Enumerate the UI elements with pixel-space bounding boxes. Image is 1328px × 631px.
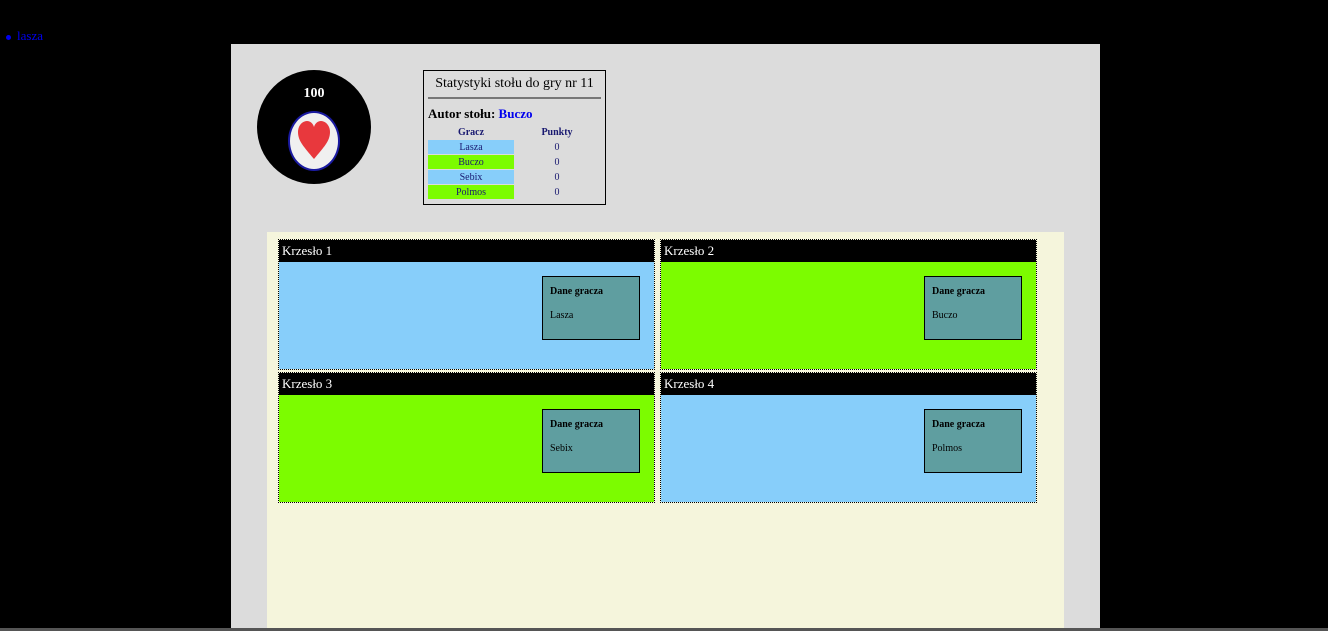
- user-link[interactable]: lasza: [6, 28, 43, 44]
- col-header-points: Punkty: [541, 126, 573, 138]
- row-player: Sebix: [428, 170, 514, 184]
- table-row: Sebix 0: [428, 170, 599, 184]
- seat-label: Krzesło 3: [279, 373, 654, 395]
- stats-author: Autor stołu: Buczo: [428, 106, 605, 122]
- stats-title: Statystyki stołu do gry nr 11: [428, 71, 601, 99]
- seat-body: Dane gracza Sebix: [279, 395, 654, 502]
- row-points: 0: [554, 171, 560, 183]
- scores-table: Gracz Punkty Lasza 0 Buczo 0 Sebix 0 Pol…: [427, 124, 600, 200]
- player-info-name: Buczo: [932, 310, 958, 321]
- chip-value: 100: [303, 86, 325, 101]
- seat-label: Krzesło 2: [661, 240, 1036, 262]
- row-points: 0: [554, 156, 560, 168]
- player-info-title: Dane gracza: [550, 286, 604, 297]
- seat-3[interactable]: Krzesło 3 Dane gracza Sebix: [278, 372, 655, 503]
- seat-body: Dane gracza Lasza: [279, 262, 654, 369]
- player-info-title: Dane gracza: [932, 419, 986, 430]
- user-name[interactable]: lasza: [17, 28, 43, 43]
- chip-face: [288, 111, 340, 171]
- table-row: Buczo 0: [428, 155, 599, 169]
- player-info-name: Lasza: [550, 310, 574, 321]
- player-info-name: Polmos: [932, 443, 963, 454]
- player-info-title: Dane gracza: [932, 286, 986, 297]
- row-points: 0: [554, 186, 560, 198]
- player-info-name: Sebix: [550, 443, 573, 454]
- player-info-box: Dane gracza Sebix: [542, 409, 640, 473]
- bullet-icon: [6, 34, 11, 40]
- row-player: Polmos: [428, 185, 514, 199]
- heart-icon: [298, 121, 330, 159]
- author-name: Buczo: [498, 106, 533, 121]
- chip-token: 100: [257, 70, 371, 184]
- seat-4[interactable]: Krzesło 4 Dane gracza Polmos: [660, 372, 1037, 503]
- seat-1[interactable]: Krzesło 1 Dane gracza Lasza: [278, 239, 655, 370]
- row-player: Buczo: [428, 155, 514, 169]
- seat-2[interactable]: Krzesło 2 Dane gracza Buczo: [660, 239, 1037, 370]
- main-panel: 100 Statystyki stołu do gry nr 11 Autor …: [231, 44, 1100, 631]
- row-player: Lasza: [428, 140, 514, 154]
- player-info-box: Dane gracza Buczo: [924, 276, 1022, 340]
- author-label: Autor stołu:: [428, 106, 496, 121]
- col-header-player: Gracz: [457, 126, 485, 138]
- table-stats-panel: Statystyki stołu do gry nr 11 Autor stoł…: [423, 70, 606, 205]
- seat-body: Dane gracza Polmos: [661, 395, 1036, 502]
- table-row: Polmos 0: [428, 185, 599, 199]
- player-info-box: Dane gracza Polmos: [924, 409, 1022, 473]
- row-points: 0: [554, 141, 560, 153]
- seat-body: Dane gracza Buczo: [661, 262, 1036, 369]
- player-info-box: Dane gracza Lasza: [542, 276, 640, 340]
- table-row: Lasza 0: [428, 140, 599, 154]
- game-board: Krzesło 1 Dane gracza Lasza Krzesło 2 Da…: [267, 232, 1064, 631]
- seat-label: Krzesło 4: [661, 373, 1036, 395]
- player-info-title: Dane gracza: [550, 419, 604, 430]
- seat-label: Krzesło 1: [279, 240, 654, 262]
